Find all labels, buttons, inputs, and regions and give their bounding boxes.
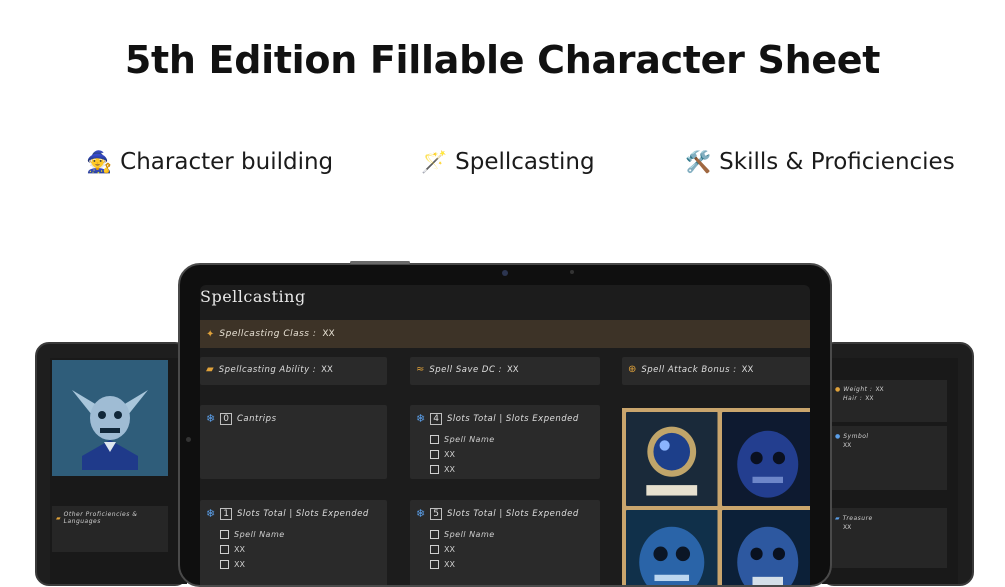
- snowflake-icon: ❄: [206, 412, 216, 425]
- camera-icon: [502, 270, 508, 276]
- checkbox[interactable]: [220, 530, 229, 539]
- level-header: Cantrips: [236, 413, 277, 424]
- checkbox[interactable]: [430, 530, 439, 539]
- checkbox[interactable]: [220, 545, 229, 554]
- left-tablet-screen: ▰ Other Proficiencies & Languages: [50, 358, 187, 584]
- save-value[interactable]: XX: [507, 365, 519, 375]
- proficiencies-card[interactable]: ▰ Other Proficiencies & Languages: [52, 506, 168, 552]
- symbol-label: Symbol: [843, 433, 869, 440]
- ticket-icon: ▰: [206, 364, 214, 375]
- tools-icon: 🛠️: [685, 150, 712, 174]
- goblin-portrait-image: [52, 360, 168, 476]
- save-label: Spell Save DC :: [429, 364, 502, 375]
- proficiencies-label: Other Proficiencies & Languages: [63, 511, 138, 525]
- snowflake-icon: ❄: [416, 412, 426, 425]
- weight-icon: ●: [835, 386, 841, 393]
- treasure-icon: ▰: [835, 515, 840, 522]
- spell-name: Spell Name: [234, 530, 285, 539]
- checkbox[interactable]: [430, 450, 439, 459]
- wand-icon: 🪄: [421, 150, 448, 174]
- checkbox[interactable]: [430, 465, 439, 474]
- spellcasting-title: Spellcasting: [200, 287, 306, 306]
- wand-icon: ✦: [206, 328, 215, 340]
- spell-row[interactable]: XX: [430, 462, 600, 477]
- feature-spellcasting: 🪄 Spellcasting: [421, 149, 595, 175]
- class-label: Spellcasting Class :: [219, 329, 317, 339]
- spell-name: Spell Name: [444, 530, 495, 539]
- weight-label: Weight :: [843, 386, 873, 393]
- ability-value[interactable]: XX: [321, 365, 333, 375]
- level-number: 5: [430, 507, 442, 520]
- checkbox[interactable]: [430, 435, 439, 444]
- hair-value[interactable]: XX: [865, 395, 873, 402]
- spell-level-5-card[interactable]: ❄ 5 Slots Total | Slots Expended Spell N…: [410, 500, 600, 585]
- main-tablet: Spellcasting ✦ Spellcasting Class : XX ▰…: [178, 261, 832, 587]
- tablet-button: [350, 261, 410, 264]
- treasure-label: Treasure: [842, 515, 873, 522]
- level-header: Slots Total | Slots Expended: [446, 413, 579, 424]
- spell-name: XX: [444, 465, 455, 474]
- artwork-creature-1: [721, 412, 810, 506]
- attack-label: Spell Attack Bonus :: [641, 364, 737, 375]
- right-tablet-screen: ● Weight : XX Hair : XX ● Symbol XX ▰ Tr…: [822, 358, 958, 584]
- feature-skills: 🛠️ Skills & Proficiencies: [685, 149, 955, 175]
- class-value[interactable]: XX: [322, 329, 334, 339]
- artwork-orb: [626, 412, 718, 506]
- ability-label: Spellcasting Ability :: [218, 364, 317, 375]
- attack-value[interactable]: XX: [742, 365, 754, 375]
- plus-circle-icon: ⊕: [628, 364, 637, 375]
- spell-name: XX: [444, 450, 455, 459]
- feature-label: Character building: [120, 149, 334, 175]
- level-header: Slots Total | Slots Expended: [446, 508, 579, 519]
- spell-row[interactable]: Spell Name: [430, 432, 600, 447]
- symbol-icon: ●: [835, 433, 841, 440]
- spell-row[interactable]: XX: [430, 447, 600, 462]
- snowflake-icon: ❄: [206, 507, 216, 520]
- attack-bonus-card[interactable]: ⊕ Spell Attack Bonus : XX: [622, 357, 810, 385]
- ability-card[interactable]: ▰ Spellcasting Ability : XX: [200, 357, 387, 385]
- snowflake-icon: ❄: [416, 507, 426, 520]
- side-sensor: [186, 437, 191, 442]
- spell-level-4-card[interactable]: ❄ 4 Slots Total | Slots Expended Spell N…: [410, 405, 600, 479]
- appearance-card[interactable]: ● Weight : XX Hair : XX: [829, 380, 947, 422]
- spell-row[interactable]: XX: [430, 542, 600, 557]
- spell-name: XX: [444, 545, 455, 554]
- artwork-creature-2: [626, 510, 718, 585]
- spellcasting-screen: Spellcasting ✦ Spellcasting Class : XX ▰…: [200, 285, 810, 585]
- symbol-value[interactable]: XX: [829, 442, 947, 449]
- spell-level-1-card[interactable]: ❄ 1 Slots Total | Slots Expended Spell N…: [200, 500, 387, 585]
- level-number: 1: [220, 507, 232, 520]
- symbol-card[interactable]: ● Symbol XX: [829, 426, 947, 490]
- treasure-value[interactable]: XX: [829, 524, 947, 531]
- speech-icon: ▰: [56, 514, 61, 522]
- right-tablet: ● Weight : XX Hair : XX ● Symbol XX ▰ Tr…: [820, 342, 974, 586]
- sensor-icon: [570, 270, 574, 274]
- wizard-icon: 🧙: [86, 150, 113, 174]
- spell-row[interactable]: Spell Name: [430, 527, 600, 542]
- left-tablet: ▰ Other Proficiencies & Languages: [35, 342, 189, 586]
- page-title: 5th Edition Fillable Character Sheet: [124, 38, 881, 82]
- level-header: Slots Total | Slots Expended: [236, 508, 369, 519]
- spellcasting-class-bar[interactable]: ✦ Spellcasting Class : XX: [200, 320, 810, 348]
- waves-icon: ≈: [416, 364, 425, 375]
- spell-row[interactable]: XX: [220, 542, 387, 557]
- save-dc-card[interactable]: ≈ Spell Save DC : XX: [410, 357, 600, 385]
- spell-level-0-card[interactable]: ❄ 0 Cantrips: [200, 405, 387, 479]
- feature-character-building: 🧙 Character building: [86, 149, 333, 175]
- checkbox[interactable]: [430, 545, 439, 554]
- level-number: 4: [430, 412, 442, 425]
- spell-name: XX: [234, 545, 245, 554]
- feature-label: Spellcasting: [455, 149, 595, 175]
- artwork-creature-3: [721, 510, 810, 585]
- spell-row[interactable]: Spell Name: [220, 527, 387, 542]
- level-number: 0: [220, 412, 232, 425]
- spell-name: Spell Name: [444, 435, 495, 444]
- feature-label: Skills & Proficiencies: [719, 149, 955, 175]
- weight-value[interactable]: XX: [875, 386, 883, 393]
- hair-label: Hair :: [843, 395, 863, 402]
- artwork-grid: [622, 408, 810, 585]
- character-portrait: [52, 360, 168, 476]
- treasure-card[interactable]: ▰ Treasure XX: [829, 508, 947, 568]
